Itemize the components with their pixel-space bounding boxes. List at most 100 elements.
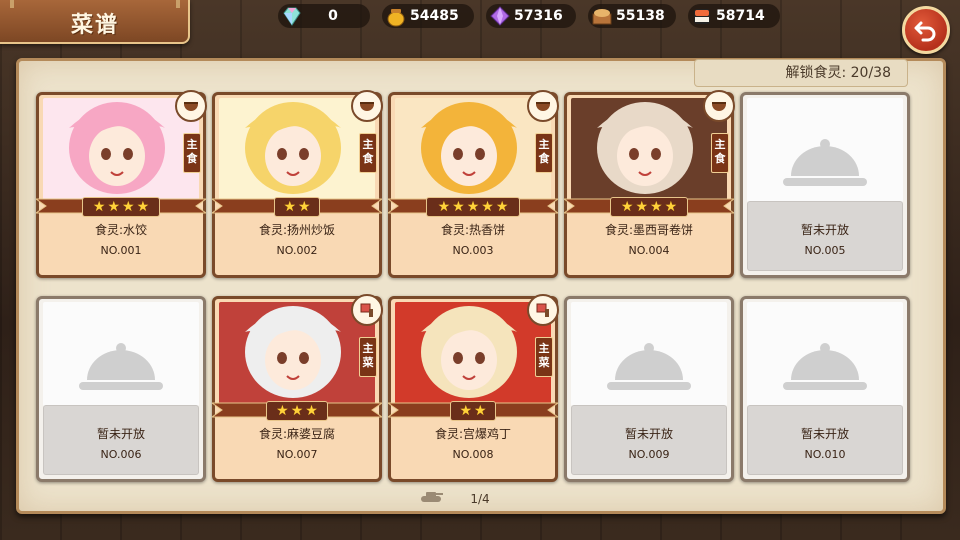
rainbow-gem-icon — [283, 7, 301, 26]
card-info: 食灵:水饺 NO.001 — [39, 221, 203, 257]
sushi-roll-icon — [694, 9, 710, 24]
card-number: NO.010 — [804, 448, 846, 461]
star-rating: ★ ★ ★ ★ ★ — [426, 197, 520, 217]
cleaver-icon — [527, 294, 559, 326]
page-title: 菜谱 — [70, 13, 119, 38]
locked-card[interactable]: 暂未开放 NO.009 — [564, 296, 734, 482]
locked-cloche-icon — [571, 302, 727, 406]
card-info: 食灵:扬州炒饭 NO.002 — [215, 221, 379, 257]
food-soul-card[interactable]: ★ ★ 主菜食灵:宫爆鸡丁 NO.008 — [386, 294, 560, 482]
food-soul-card[interactable]: ★ ★ ★ ★ 主食食灵:水饺 NO.001 — [34, 90, 208, 278]
card-number: NO.009 — [628, 448, 670, 461]
star-icon: ★ — [459, 403, 472, 419]
character-portrait — [219, 98, 375, 202]
title-plate: 菜谱 — [0, 0, 190, 44]
character-portrait — [43, 98, 199, 202]
star-icon: ★ — [107, 199, 120, 215]
star-icon: ★ — [466, 199, 480, 215]
locked-cloche-icon — [43, 302, 199, 406]
bowl-icon — [527, 90, 559, 122]
star-icon: ★ — [437, 199, 451, 215]
bowl-icon — [703, 90, 735, 122]
star-icon: ★ — [495, 199, 509, 215]
card-number: NO.002 — [276, 244, 318, 257]
bowl-icon — [175, 90, 207, 122]
page-indicator: 1/4 — [470, 492, 490, 506]
character-portrait — [571, 98, 727, 202]
card-info: 食灵:麻婆豆腐 NO.007 — [215, 425, 379, 461]
card-info: 食灵:热香饼 NO.003 — [391, 221, 555, 257]
star-icon: ★ — [474, 403, 487, 419]
card-info: 暂未开放 NO.006 — [39, 425, 203, 461]
type-tag: 主食 — [359, 133, 377, 173]
star-icon: ★ — [664, 199, 678, 215]
card-info: 暂未开放 NO.010 — [743, 425, 907, 461]
star-rating: ★ ★ ★ ★ — [610, 197, 688, 217]
unlock-count: 解锁食灵: 20/38 — [694, 59, 908, 87]
card-name: 暂未开放 — [800, 223, 849, 237]
star-icon: ★ — [650, 199, 663, 215]
star-rating: ★ ★ ★ ★ — [82, 197, 160, 217]
star-icon: ★ — [283, 199, 296, 215]
star-rating: ★ ★ — [450, 401, 496, 421]
card-name: 暂未开放 — [624, 427, 673, 441]
resource-crystal[interactable]: 57316 — [486, 4, 576, 28]
star-rating: ★ ★ — [274, 197, 320, 217]
locked-card[interactable]: 暂未开放 NO.006 — [36, 296, 206, 482]
star-icon: ★ — [92, 199, 106, 215]
resource-honey-value: 54485 — [410, 8, 459, 24]
card-name: 食灵:热香饼 — [440, 223, 506, 237]
star-icon: ★ — [635, 199, 648, 215]
card-name: 暂未开放 — [96, 427, 145, 441]
cleaver-icon — [351, 294, 383, 326]
type-tag: 主食 — [183, 133, 201, 173]
food-soul-card[interactable]: ★ ★ ★ ★ 主食食灵:墨西哥卷饼 NO.004 — [562, 90, 736, 278]
locked-cloche-icon — [747, 98, 903, 202]
card-name: 食灵:宫爆鸡丁 — [434, 427, 512, 441]
locked-card[interactable]: 暂未开放 NO.010 — [740, 296, 910, 482]
locked-card[interactable]: 暂未开放 NO.005 — [740, 92, 910, 278]
card-name: 食灵:麻婆豆腐 — [258, 427, 336, 441]
resource-crystal-value: 57316 — [514, 8, 563, 24]
card-number: NO.007 — [276, 448, 318, 461]
character-portrait — [395, 302, 551, 406]
card-info: 暂未开放 NO.005 — [743, 221, 907, 257]
card-info: 暂未开放 NO.009 — [567, 425, 731, 461]
card-number: NO.008 — [452, 448, 494, 461]
type-tag: 主食 — [535, 133, 553, 173]
resource-sushi[interactable]: 58714 — [688, 4, 780, 28]
type-tag: 主菜 — [359, 337, 377, 377]
star-icon: ★ — [620, 199, 634, 215]
card-number: NO.004 — [628, 244, 670, 257]
star-icon: ★ — [481, 199, 494, 215]
type-tag: 主食 — [711, 133, 729, 173]
purple-crystal-icon — [490, 6, 510, 26]
resource-gem[interactable]: 0 — [278, 4, 370, 28]
star-icon: ★ — [298, 199, 311, 215]
resource-bread[interactable]: 55138 — [588, 4, 676, 28]
star-icon: ★ — [305, 403, 318, 419]
card-number: NO.001 — [100, 244, 142, 257]
honey-pot-icon — [387, 9, 405, 27]
food-soul-card[interactable]: ★ ★ 主食食灵:扬州炒饭 NO.002 — [210, 90, 384, 278]
star-icon: ★ — [276, 403, 289, 419]
card-number: NO.005 — [804, 244, 846, 257]
card-name: 食灵:墨西哥卷饼 — [604, 223, 694, 237]
food-soul-card[interactable]: ★ ★ ★ ★ ★ 主食食灵:热香饼 NO.003 — [386, 90, 560, 278]
star-rating: ★ ★ ★ — [266, 401, 328, 421]
star-icon: ★ — [122, 199, 135, 215]
card-name: 暂未开放 — [800, 427, 849, 441]
bowl-icon — [351, 90, 383, 122]
card-number: NO.003 — [452, 244, 494, 257]
resource-honey[interactable]: 54485 — [382, 4, 474, 28]
food-soul-card[interactable]: ★ ★ ★ 主菜食灵:麻婆豆腐 NO.007 — [210, 294, 384, 482]
card-info: 食灵:宫爆鸡丁 NO.008 — [391, 425, 555, 461]
resource-sushi-value: 58714 — [716, 8, 765, 24]
card-name: 食灵:水饺 — [94, 223, 148, 237]
bread-crate-icon — [592, 9, 612, 25]
resource-bar: 0 54485 57316 55138 58714 — [278, 4, 780, 28]
card-number: NO.006 — [100, 448, 142, 461]
star-icon: ★ — [290, 403, 304, 419]
return-arrow-icon — [914, 21, 936, 42]
back-button[interactable] — [902, 6, 950, 54]
